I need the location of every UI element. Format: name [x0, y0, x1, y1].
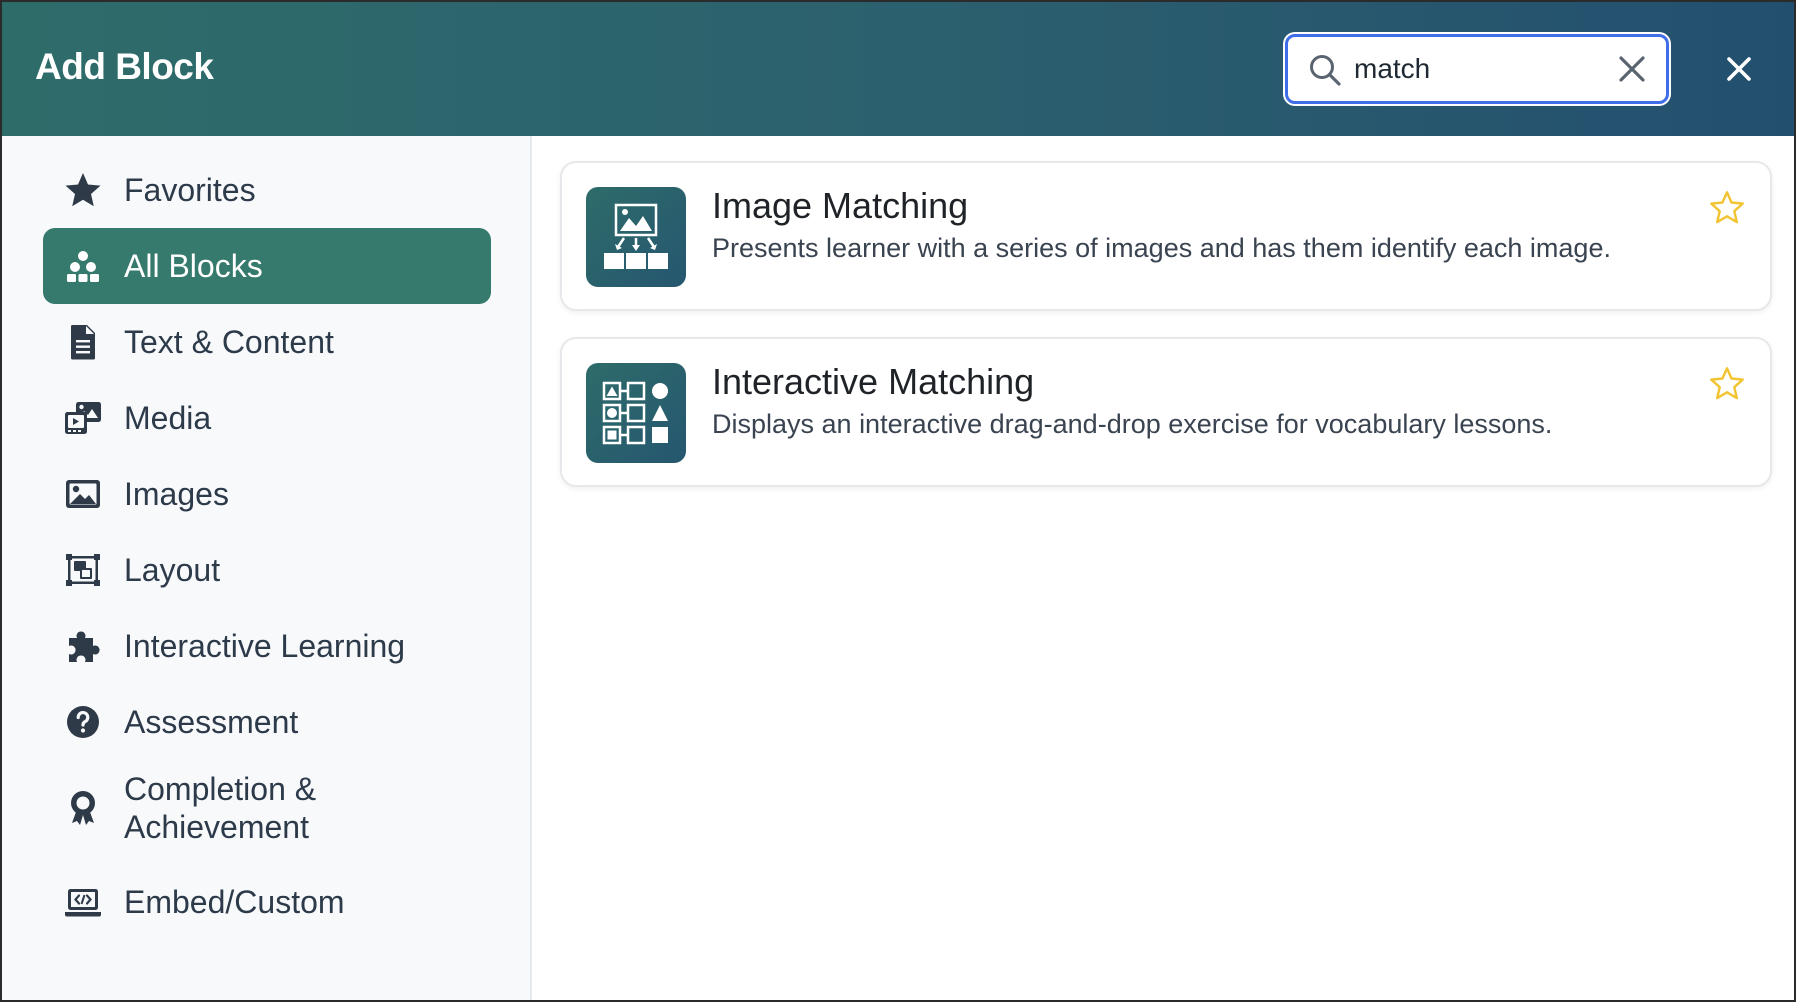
layout-icon	[66, 554, 100, 586]
sidebar-item-label: Assessment	[124, 704, 299, 740]
embed-icon	[65, 889, 101, 917]
document-icon	[70, 325, 95, 360]
block-title: Image Matching	[712, 185, 969, 226]
search-box[interactable]	[1285, 34, 1669, 104]
sidebar-item-completion-achievement[interactable]: Completion & Achievement	[43, 760, 491, 856]
sidebar-item-all-blocks[interactable]: All Blocks	[43, 228, 491, 304]
block-description: Displays an interactive drag-and-drop ex…	[712, 409, 1553, 439]
sidebar-item-embed-custom[interactable]: Embed/Custom	[43, 864, 491, 940]
search-icon	[1310, 55, 1341, 86]
favorite-star-icon[interactable]	[1708, 189, 1746, 227]
sidebar-item-label: Completion & Achievement	[124, 771, 317, 845]
sidebar-item-text-content[interactable]: Text & Content	[43, 304, 491, 380]
block-description: Presents learner with a series of images…	[712, 233, 1611, 263]
block-card-image-matching[interactable]: Image Matching Presents learner with a s…	[560, 161, 1772, 311]
sidebar-item-label: Layout	[124, 552, 221, 588]
sidebar-item-images[interactable]: Images	[43, 456, 491, 532]
sidebar-item-assessment[interactable]: Assessment	[43, 684, 491, 760]
question-icon	[67, 706, 99, 738]
sidebar-item-label: Embed/Custom	[124, 884, 345, 920]
favorite-star-icon[interactable]	[1708, 365, 1746, 403]
add-block-dialog: Add Block Favorites	[0, 0, 1796, 1002]
sidebar-item-label: All Blocks	[124, 248, 263, 284]
dialog-header: Add Block	[2, 2, 1794, 136]
sidebar-item-interactive-learning[interactable]: Interactive Learning	[43, 608, 491, 684]
puzzle-icon	[69, 631, 100, 662]
clear-search-icon[interactable]	[1616, 53, 1648, 85]
sidebar-item-label: Interactive Learning	[124, 628, 406, 664]
sidebar-item-media[interactable]: Media	[43, 380, 491, 456]
interactive-matching-icon	[586, 363, 686, 463]
sidebar-item-favorites[interactable]: Favorites	[43, 152, 491, 228]
sidebar-item-label: Favorites	[124, 172, 256, 208]
blocks-icon	[67, 251, 99, 282]
close-icon[interactable]	[1722, 52, 1756, 86]
media-icon	[65, 402, 101, 434]
star-icon	[65, 173, 101, 207]
sidebar-item-label: Text & Content	[124, 324, 334, 360]
image-matching-icon	[586, 187, 686, 287]
sidebar-item-label: Media	[124, 400, 212, 436]
award-icon	[71, 791, 95, 825]
block-title: Interactive Matching	[712, 361, 1035, 402]
search-input[interactable]	[1354, 47, 1604, 91]
sidebar-item-label: Images	[124, 476, 229, 512]
category-sidebar: Favorites All Blocks Text & Content Medi…	[2, 136, 532, 1000]
image-icon	[66, 480, 100, 508]
sidebar-item-layout[interactable]: Layout	[43, 532, 491, 608]
dialog-title: Add Block	[35, 46, 214, 87]
block-card-interactive-matching[interactable]: Interactive Matching Displays an interac…	[560, 337, 1772, 487]
